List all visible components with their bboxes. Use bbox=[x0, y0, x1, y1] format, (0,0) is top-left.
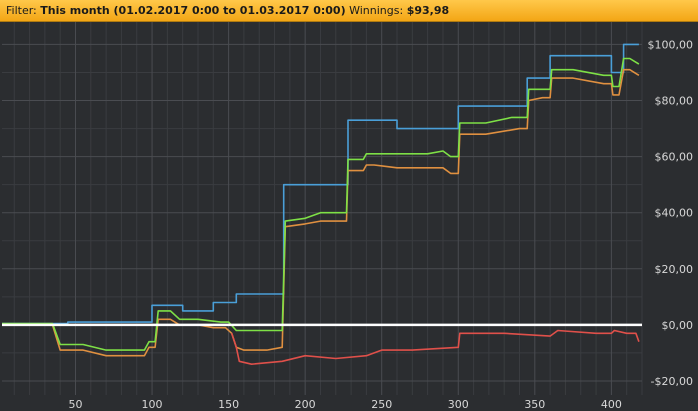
y-tick-label: $40,00 bbox=[655, 207, 694, 220]
x-tick-label: 250 bbox=[371, 398, 392, 411]
filter-label: Filter: bbox=[6, 4, 37, 17]
winnings-value: $93,98 bbox=[406, 4, 450, 17]
winnings-chart: -$20,00 $0,00 $20,00 $40,00 $60,00 $80,00 $100… bbox=[0, 22, 698, 411]
y-tick-label: $0,00 bbox=[662, 319, 694, 332]
y-tick-label: -$20,00 bbox=[651, 375, 693, 388]
x-tick-label: 100 bbox=[142, 398, 163, 411]
y-tick-label: $80,00 bbox=[655, 95, 694, 108]
x-tick-label: 350 bbox=[524, 398, 545, 411]
filter-bar: Filter: This month (01.02.2017 0:00 to 0… bbox=[0, 0, 698, 22]
x-tick-label: 300 bbox=[448, 398, 469, 411]
y-tick-label: $60,00 bbox=[655, 151, 694, 164]
y-tick-label: $20,00 bbox=[655, 263, 694, 276]
y-tick-label: $100,00 bbox=[648, 38, 694, 51]
filter-period[interactable]: This month (01.02.2017 0:00 to 01.03.201… bbox=[40, 4, 345, 17]
winnings-label: Winnings: bbox=[349, 4, 404, 17]
x-tick-label: 50 bbox=[68, 398, 82, 411]
x-tick-label: 150 bbox=[218, 398, 239, 411]
x-tick-label: 200 bbox=[295, 398, 316, 411]
x-tick-label: 400 bbox=[601, 398, 622, 411]
